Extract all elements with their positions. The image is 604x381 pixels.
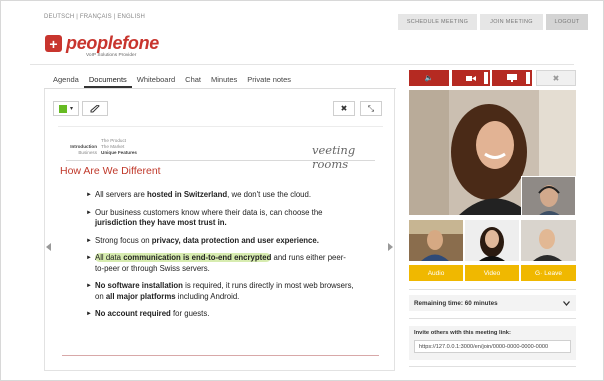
participant-portrait [522,177,575,215]
tab-whiteboard[interactable]: Whiteboard [132,74,180,88]
slide-navigation: The Product Introduction The Market Busin… [70,138,137,156]
invite-label: Invite others with this meeting link: [414,330,511,336]
list-item: ► All servers are hosted in Switzerland, … [86,190,311,199]
tab-chat[interactable]: Chat [180,74,206,88]
logout-button[interactable]: LOGOUT [546,14,588,30]
eraser-tool-button[interactable] [82,101,108,116]
participant-thumbnail[interactable] [465,220,519,261]
participant-thumbnail[interactable] [521,220,576,261]
divider [409,366,576,367]
close-icon: ✖ [340,104,348,113]
tab-private-notes[interactable]: Private notes [242,74,296,88]
video-button[interactable]: Video [465,265,519,281]
slide-nav-value: The Product [101,138,127,143]
share-screen-button[interactable] [492,70,532,86]
next-slide-arrow[interactable] [388,243,393,251]
language-switcher[interactable]: DEUTSCH | FRANÇAIS | ENGLISH [44,14,145,20]
list-item: ► Strong focus on privacy, data protectio… [86,235,319,245]
previous-slide-arrow[interactable] [46,243,51,251]
header-divider [30,64,574,65]
list-item: ► All data communication is end-to-end en… [86,253,346,273]
expand-icon: ⤡ [367,103,375,113]
chevron-down-icon: ▾ [69,106,73,112]
invite-panel: Invite others with this meeting link: ht… [409,326,576,360]
leave-button[interactable]: G· Leave [521,265,576,281]
tab-bar: Agenda Documents Whiteboard Chat Minutes… [48,74,296,88]
tab-minutes[interactable]: Minutes [206,74,242,88]
participant-portrait [521,220,576,261]
leave-icon: G· [535,269,543,277]
color-picker-button[interactable]: ▾ [53,101,79,116]
logo[interactable]: + peoplefone [45,33,159,54]
participant-portrait [465,220,519,261]
toggle-indicator [484,72,488,84]
monitor-icon [507,74,517,82]
hangup-close-button[interactable]: ✖ [536,70,576,86]
meeting-link-field[interactable]: https://127.0.0.1:3000/en/join/0000-0000… [414,340,571,353]
toggle-indicator [526,72,530,84]
tab-documents[interactable]: Documents [83,74,132,88]
slide-nav-value: Unique Features [101,150,137,155]
join-meeting-button[interactable]: JOIN MEETING [480,14,543,30]
self-view-video [521,176,576,216]
speaker-icon: 🔈 [424,75,434,82]
participant-portrait [409,220,463,261]
highlight-annotation: All data communication is end-to-end enc… [95,253,272,262]
slide-footer-line [62,355,379,356]
toggle-video-button[interactable] [452,70,490,86]
pen-icon [90,104,100,112]
list-item: ► No account required for guests. [86,309,210,318]
mute-audio-button[interactable]: 🔈 [409,70,449,86]
tab-agenda[interactable]: Agenda [48,74,84,88]
presentation-slide: The Product Introduction The Market Busin… [58,126,383,358]
remaining-time-label: Remaining time: 60 minutes [414,299,498,307]
brand-tagline: VoIP Solutions Provider [86,53,137,58]
slide-nav-value: The Market [101,144,125,149]
brand-name: peoplefone [66,33,160,53]
participant-thumbnail[interactable] [409,220,463,261]
slide-nav-key: Business [78,150,97,155]
slide-bullets: ► All servers are hosted in Switzerland, … [86,190,354,327]
list-item: ► Our business customers know where their… [86,207,323,228]
close-icon: ✖ [552,73,560,83]
remaining-time-dropdown[interactable]: Remaining time: 60 minutes [409,295,576,311]
close-document-button[interactable]: ✖ [333,101,355,116]
leave-label: Leave [544,269,562,277]
divider [409,289,576,290]
chevron-down-icon [563,300,570,306]
logo-cross-icon: + [45,35,62,52]
slide-header-divider [66,160,375,161]
audio-button[interactable]: Audio [409,265,463,281]
schedule-meeting-button[interactable]: SCHEDULE MEETING [398,14,477,30]
camera-icon [466,75,476,81]
fullscreen-button[interactable]: ⤡ [360,101,382,116]
color-swatch [58,104,67,113]
slide-title: How Are We Different [60,165,161,177]
slide-brand: veeting rooms [312,143,356,171]
top-actions: SCHEDULE MEETING JOIN MEETING LOGOUT [398,14,588,30]
divider [409,318,576,319]
list-item: ► No software installation is required, i… [86,281,354,301]
